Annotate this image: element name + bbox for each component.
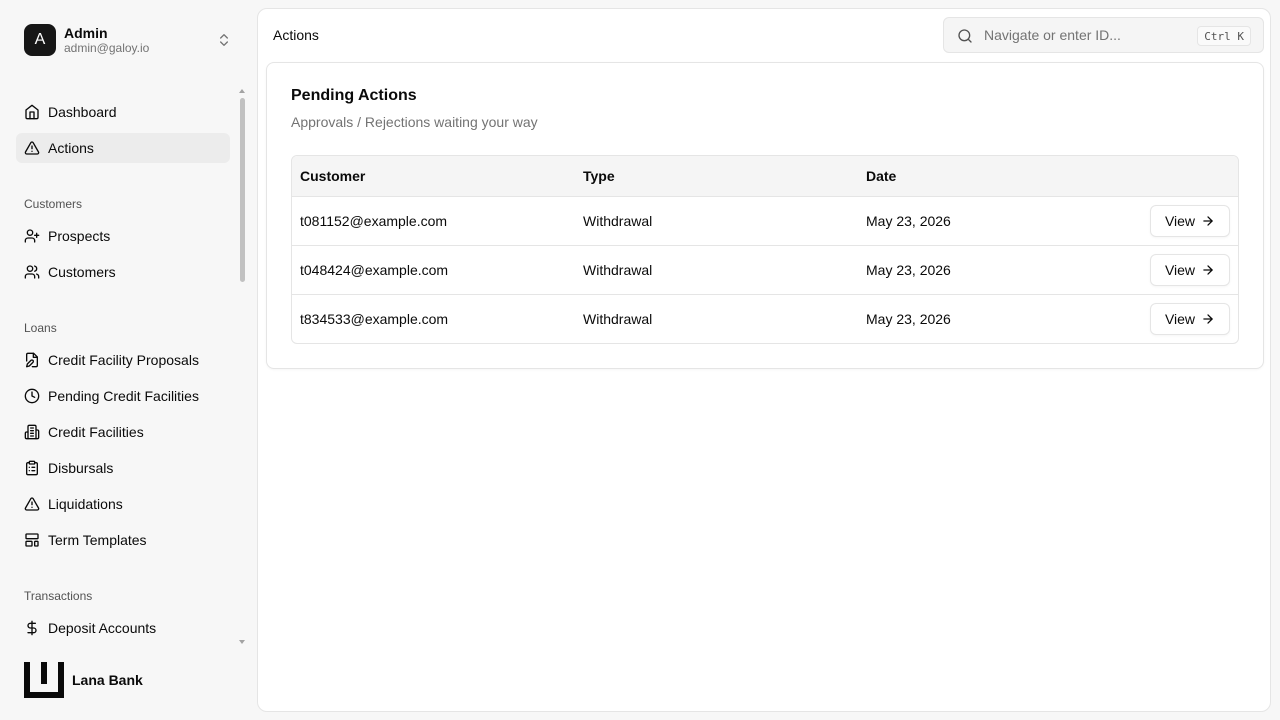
users-icon xyxy=(24,265,40,279)
file-edit-icon xyxy=(26,352,38,368)
sidebar-nav: Dashboard Actions Customers Prospects Cu… xyxy=(0,88,256,648)
clock-icon xyxy=(24,388,40,404)
view-button-label: View xyxy=(1164,213,1196,229)
sidebar-item-label: Disbursals xyxy=(48,460,114,476)
sidebar-item-label: Credit Facility Proposals xyxy=(48,352,199,368)
sidebar-item-label: Customers xyxy=(48,264,116,280)
command-search[interactable]: Ctrl K xyxy=(943,17,1264,53)
cell-date: May 23, 2026 xyxy=(866,311,951,327)
view-button[interactable]: View xyxy=(1150,205,1230,237)
building-icon xyxy=(24,424,40,440)
sidebar-item-customers[interactable]: Customers xyxy=(16,257,230,287)
sidebar-item-disbursals[interactable]: Disbursals xyxy=(16,453,230,483)
table-row: t081152@example.com Withdrawal May 23, 2… xyxy=(292,197,1238,246)
view-button[interactable]: View xyxy=(1150,303,1230,335)
user-switcher[interactable]: A Admin admin@galoy.io xyxy=(16,16,240,64)
arrow-right-icon xyxy=(1203,265,1213,275)
cell-type: Withdrawal xyxy=(583,262,653,278)
alert-triangle-icon xyxy=(24,141,40,155)
brand: Lana Bank xyxy=(24,662,143,698)
nav-group-customers: Customers xyxy=(24,197,83,211)
sidebar-item-pending-credit-facilities[interactable]: Pending Credit Facilities xyxy=(16,381,230,411)
dollar-sign-icon xyxy=(27,620,37,636)
sidebar-item-deposit-accounts[interactable]: Deposit Accounts xyxy=(16,613,230,643)
column-header-customer: Customer xyxy=(300,168,366,184)
column-header-type: Type xyxy=(583,168,615,184)
sidebar-item-label: Prospects xyxy=(48,228,111,244)
view-button-label: View xyxy=(1164,311,1196,327)
sidebar-scroll-thumb[interactable] xyxy=(240,98,245,282)
sidebar-item-label: Credit Facilities xyxy=(48,424,144,440)
brand-name: Lana Bank xyxy=(72,672,143,688)
sidebar-item-liquidations[interactable]: Liquidations xyxy=(16,489,230,519)
home-icon xyxy=(25,104,39,120)
pending-actions-card: Pending Actions Approvals / Rejections w… xyxy=(266,62,1264,369)
arrow-right-icon xyxy=(1203,216,1213,226)
view-button-label: View xyxy=(1164,262,1196,278)
sidebar-item-actions[interactable]: Actions xyxy=(16,133,230,163)
sidebar-item-dashboard[interactable]: Dashboard xyxy=(16,97,230,127)
cell-customer: t834533@example.com xyxy=(300,311,449,327)
cell-customer: t048424@example.com xyxy=(300,262,449,278)
chevrons-up-down-icon xyxy=(220,34,228,46)
sidebar-item-label: Actions xyxy=(48,140,94,156)
main-panel: Actions Ctrl K Pending Actions Approvals… xyxy=(257,8,1271,712)
sidebar-item-label: Pending Credit Facilities xyxy=(48,388,199,404)
user-email: admin@galoy.io xyxy=(64,40,150,55)
cell-customer: t081152@example.com xyxy=(300,213,448,229)
nav-group-transactions: Transactions xyxy=(24,589,93,603)
scroll-up-icon[interactable] xyxy=(239,89,245,93)
cell-date: May 23, 2026 xyxy=(866,262,951,278)
sidebar-item-term-templates[interactable]: Term Templates xyxy=(16,525,230,555)
card-title: Pending Actions xyxy=(291,87,417,104)
layout-template-icon xyxy=(25,533,39,547)
breadcrumb: Actions xyxy=(273,27,319,43)
column-header-date: Date xyxy=(866,168,897,184)
nav-group-loans: Loans xyxy=(24,321,57,335)
sidebar-item-label: Dashboard xyxy=(48,104,117,120)
pending-actions-table: Customer Type Date t081152@example.com W… xyxy=(291,155,1239,344)
lana-bank-logo-icon xyxy=(24,662,64,698)
sidebar-item-label: Liquidations xyxy=(48,496,123,512)
user-plus-icon xyxy=(24,229,40,243)
user-name: Admin xyxy=(64,24,108,41)
sidebar-item-label: Term Templates xyxy=(48,532,147,548)
search-input[interactable] xyxy=(984,24,1184,46)
sidebar-item-label: Deposit Accounts xyxy=(48,620,157,636)
view-button[interactable]: View xyxy=(1150,254,1230,286)
table-header: Customer Type Date xyxy=(292,156,1238,197)
arrow-right-icon xyxy=(1203,314,1213,324)
card-description: Approvals / Rejections waiting your way xyxy=(291,114,538,130)
sidebar: A Admin admin@galoy.io Dashboard Actions… xyxy=(0,0,256,720)
cell-type: Withdrawal xyxy=(583,213,653,229)
avatar: A xyxy=(24,24,56,56)
table-row: t834533@example.com Withdrawal May 23, 2… xyxy=(292,295,1238,343)
sidebar-item-credit-facility-proposals[interactable]: Credit Facility Proposals xyxy=(16,345,230,375)
scroll-down-icon[interactable] xyxy=(239,640,245,644)
clipboard-icon xyxy=(26,460,38,476)
shortcut-hint: Ctrl K xyxy=(1197,26,1251,46)
sidebar-item-credit-facilities[interactable]: Credit Facilities xyxy=(16,417,230,447)
sidebar-item-prospects[interactable]: Prospects xyxy=(16,221,230,251)
table-row: t048424@example.com Withdrawal May 23, 2… xyxy=(292,246,1238,295)
alert-triangle-icon xyxy=(24,497,40,511)
cell-type: Withdrawal xyxy=(583,311,653,327)
cell-date: May 23, 2026 xyxy=(866,213,951,229)
search-icon xyxy=(958,29,972,43)
